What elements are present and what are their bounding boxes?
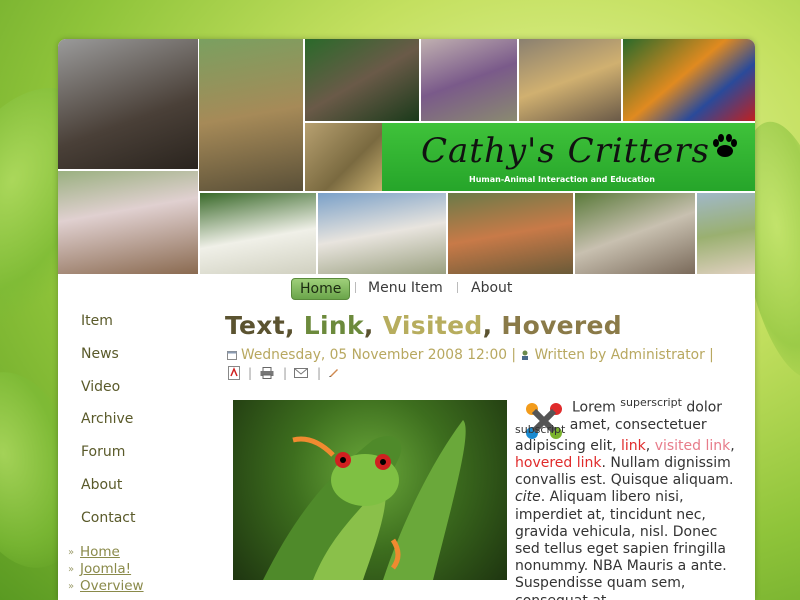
nav-item-about[interactable]: About <box>471 278 512 298</box>
site-title: Cathy's Critters <box>421 131 710 171</box>
heading-separator: , <box>363 311 383 340</box>
article-date: Wednesday, 05 November 2008 12:00 <box>241 347 508 363</box>
sidebar-item-item[interactable]: Item <box>81 311 201 344</box>
article-author: Written by Administrator <box>534 347 705 363</box>
heading-hovered[interactable]: Hovered <box>501 311 622 340</box>
heading-link[interactable]: Link <box>304 311 364 340</box>
girl-kangaroo-photo <box>199 39 303 191</box>
author-icon <box>522 350 529 360</box>
body-visited-link[interactable]: visited link <box>655 438 731 454</box>
sidebar-item-contact[interactable]: Contact <box>81 508 201 541</box>
pdf-icon[interactable] <box>228 366 240 380</box>
sidebar-sublinks: Home Joomla! Overview <box>68 544 168 595</box>
calendar-icon <box>227 351 237 360</box>
nav-item-menu-item[interactable]: Menu Item <box>368 278 443 298</box>
body-link[interactable]: link <box>621 438 646 454</box>
body-text-segment: Lorem <box>572 399 616 416</box>
header-banner: Cathy's Critters Human-Animal Interactio… <box>58 39 755 274</box>
sidebar-item-about[interactable]: About <box>81 475 201 508</box>
sidebar-item-video[interactable]: Video <box>81 377 201 410</box>
hedgehog-photo <box>575 193 695 274</box>
body-hovered-link[interactable]: hovered link <box>515 455 602 471</box>
duck-photo <box>305 123 382 191</box>
article-body: Lorem superscript dolor subscript amet, … <box>515 394 741 600</box>
sublink-overview[interactable]: Overview <box>68 578 168 595</box>
heading-text: Text <box>225 311 285 340</box>
page-container: Cathy's Critters Human-Animal Interactio… <box>58 39 755 600</box>
child-photo <box>421 39 517 121</box>
body-text-segment: dolor <box>681 399 723 416</box>
frog-photo <box>305 39 419 121</box>
gecko-photo <box>519 39 621 121</box>
kids-photo <box>58 171 198 274</box>
paw-icon <box>713 134 737 157</box>
site-subtitle: Human-Animal Interaction and Education <box>469 175 655 184</box>
sublink-home[interactable]: Home <box>68 544 168 561</box>
top-nav: Home Menu Item About <box>58 276 755 300</box>
sidebar-menu: Item News Video Archive Forum About Cont… <box>81 311 201 541</box>
sublink-joomla[interactable]: Joomla! <box>68 561 168 578</box>
sidebar-item-archive[interactable]: Archive <box>81 409 201 442</box>
email-icon[interactable] <box>294 368 308 378</box>
body-text-segment: . Aliquam libero nisi, imperdiet at, tin… <box>515 489 727 600</box>
superscript-text: superscript <box>620 396 682 409</box>
nav-item-home[interactable]: Home <box>291 278 351 300</box>
sidebar-item-forum[interactable]: Forum <box>81 442 201 475</box>
heading-visited[interactable]: Visited <box>383 311 483 340</box>
horse-photo <box>318 193 446 274</box>
cite-text: cite <box>515 489 541 506</box>
article-meta: Wednesday, 05 November 2008 12:00 | Writ… <box>227 346 747 364</box>
heading-separator: , <box>482 311 502 340</box>
kangaroo-photo <box>448 193 573 274</box>
white-duck-photo <box>200 193 316 274</box>
edit-icon[interactable] <box>328 366 340 378</box>
sidebar-item-news[interactable]: News <box>81 344 201 377</box>
site-title-banner: Cathy's Critters Human-Animal Interactio… <box>305 123 755 191</box>
macaw-photo <box>623 39 755 121</box>
heading-separator: , <box>284 311 304 340</box>
nav-divider <box>355 282 356 293</box>
coati-photo <box>58 39 198 169</box>
print-icon[interactable] <box>260 367 274 379</box>
girl-plant-photo <box>697 193 755 274</box>
nav-divider <box>457 282 458 293</box>
subscript-text: subscript <box>515 422 566 436</box>
article-heading: Text, Link, Visited, Hovered <box>225 311 622 340</box>
frog-image <box>233 400 507 580</box>
